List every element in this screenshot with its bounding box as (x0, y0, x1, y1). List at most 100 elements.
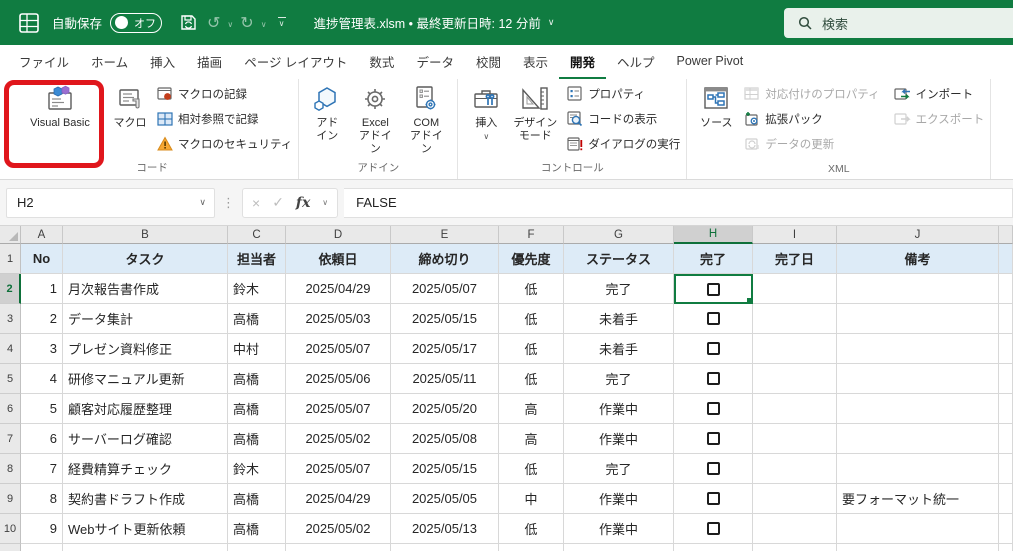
cell-J1[interactable]: 備考 (837, 244, 999, 274)
tab-insert[interactable]: 挿入 (139, 45, 186, 79)
cell-A5[interactable]: 4 (21, 364, 63, 394)
task-done-checkbox[interactable] (706, 312, 720, 325)
cell-K9[interactable] (999, 484, 1013, 514)
tab-data[interactable]: データ (405, 45, 465, 79)
run-dialog-button[interactable]: ダイアログの実行 (566, 135, 680, 153)
cell-I4[interactable] (753, 334, 837, 364)
cell-G10[interactable]: 作業中 (564, 514, 674, 544)
cell-B9[interactable]: 契約書ドラフト作成 (63, 484, 228, 514)
cell-H3[interactable] (674, 304, 753, 334)
document-title[interactable]: 進捗管理表.xlsm • 最終更新日時: 12 分前 ∨ (314, 13, 555, 32)
cell-I7[interactable] (753, 424, 837, 454)
cell-F4[interactable]: 低 (499, 334, 564, 364)
tab-developer[interactable]: 開発 (558, 45, 606, 79)
cell-E1[interactable]: 締め切り (391, 244, 499, 274)
cell-G11[interactable] (564, 544, 674, 551)
cell-J7[interactable] (837, 424, 999, 454)
cell-D6[interactable]: 2025/05/07 (286, 394, 391, 424)
cell-G6[interactable]: 作業中 (564, 394, 674, 424)
macros-button[interactable]: マクロ (108, 80, 152, 132)
row-header-1[interactable]: 1 (0, 244, 21, 274)
cell-D7[interactable]: 2025/05/02 (286, 424, 391, 454)
cell-J10[interactable] (837, 514, 999, 544)
cell-K5[interactable] (999, 364, 1013, 394)
task-done-checkbox[interactable] (706, 402, 720, 415)
row-header-7[interactable]: 7 (0, 424, 21, 454)
tab-formulas[interactable]: 数式 (358, 45, 405, 79)
column-header-J[interactable]: J (837, 226, 999, 244)
cell-G2[interactable]: 完了 (564, 274, 674, 304)
tab-review[interactable]: 校閲 (465, 45, 512, 79)
view-code-button[interactable]: コードの表示 (566, 110, 680, 128)
record-macro-button[interactable]: マクロの記録 (156, 85, 292, 103)
customize-qat-button[interactable]: ∨ (277, 16, 286, 28)
cell-I3[interactable] (753, 304, 837, 334)
cell-K3[interactable] (999, 304, 1013, 334)
cell-B2[interactable]: 月次報告書作成 (63, 274, 228, 304)
column-header-B[interactable]: B (63, 226, 228, 244)
cell-B11[interactable] (63, 544, 228, 551)
cell-C5[interactable]: 高橋 (228, 364, 286, 394)
cell-D11[interactable] (286, 544, 391, 551)
cancel-button[interactable]: × (252, 195, 260, 211)
cell-K10[interactable] (999, 514, 1013, 544)
undo-button[interactable]: ↺ (203, 9, 224, 37)
cell-G7[interactable]: 作業中 (564, 424, 674, 454)
insert-controls-button[interactable]: 挿入 ∨ (464, 80, 508, 143)
cell-A11[interactable] (21, 544, 63, 551)
task-done-checkbox[interactable] (706, 492, 720, 505)
excel-addins-button[interactable]: Excel アドイン (349, 80, 401, 158)
cell-J3[interactable] (837, 304, 999, 334)
cell-A7[interactable]: 6 (21, 424, 63, 454)
cell-I6[interactable] (753, 394, 837, 424)
cell-F7[interactable]: 高 (499, 424, 564, 454)
task-done-checkbox[interactable] (706, 342, 720, 355)
design-mode-button[interactable]: デザイン モード (508, 80, 562, 145)
cell-A3[interactable]: 2 (21, 304, 63, 334)
expansion-packs-button[interactable]: 拡張パック (743, 110, 879, 128)
row-header-5[interactable]: 5 (0, 364, 21, 394)
cell-B1[interactable]: タスク (63, 244, 228, 274)
row-header-4[interactable]: 4 (0, 334, 21, 364)
cell-A2[interactable]: 1 (21, 274, 63, 304)
cell-J2[interactable] (837, 274, 999, 304)
cell-I9[interactable] (753, 484, 837, 514)
cell-I2[interactable] (753, 274, 837, 304)
select-all-corner[interactable] (0, 226, 21, 244)
cell-B7[interactable]: サーバーログ確認 (63, 424, 228, 454)
cell-D1[interactable]: 依頼日 (286, 244, 391, 274)
tab-page-layout[interactable]: ページ レイアウト (233, 45, 358, 79)
cell-D8[interactable]: 2025/05/07 (286, 454, 391, 484)
cell-B6[interactable]: 顧客対応履歴整理 (63, 394, 228, 424)
com-addins-button[interactable]: COM アドイン (401, 80, 451, 158)
cell-F8[interactable]: 低 (499, 454, 564, 484)
enter-button[interactable]: ✓ (272, 194, 284, 211)
cell-C6[interactable]: 高橋 (228, 394, 286, 424)
cell-C11[interactable] (228, 544, 286, 551)
excel-app-icon[interactable] (18, 12, 40, 34)
cell-H7[interactable] (674, 424, 753, 454)
cell-I10[interactable] (753, 514, 837, 544)
row-header-10[interactable]: 10 (0, 514, 21, 544)
task-done-checkbox[interactable] (707, 282, 720, 296)
cell-E7[interactable]: 2025/05/08 (391, 424, 499, 454)
cell-H1[interactable]: 完了 (674, 244, 753, 274)
tab-home[interactable]: ホーム (80, 45, 139, 79)
cell-D2[interactable]: 2025/04/29 (286, 274, 391, 304)
cell-C2[interactable]: 鈴木 (228, 274, 286, 304)
cell-H2[interactable] (674, 274, 753, 304)
cell-K6[interactable] (999, 394, 1013, 424)
undo-dropdown[interactable]: ∨ (226, 20, 234, 29)
cell-E2[interactable]: 2025/05/07 (391, 274, 499, 304)
cell-B3[interactable]: データ集計 (63, 304, 228, 334)
cell-F2[interactable]: 低 (499, 274, 564, 304)
cell-F3[interactable]: 低 (499, 304, 564, 334)
cell-K1[interactable] (999, 244, 1013, 274)
cell-G9[interactable]: 作業中 (564, 484, 674, 514)
cell-K7[interactable] (999, 424, 1013, 454)
cell-G3[interactable]: 未着手 (564, 304, 674, 334)
tab-help[interactable]: ヘルプ (606, 45, 666, 79)
column-header-C[interactable]: C (228, 226, 286, 244)
cell-A9[interactable]: 8 (21, 484, 63, 514)
cell-I1[interactable]: 完了日 (753, 244, 837, 274)
